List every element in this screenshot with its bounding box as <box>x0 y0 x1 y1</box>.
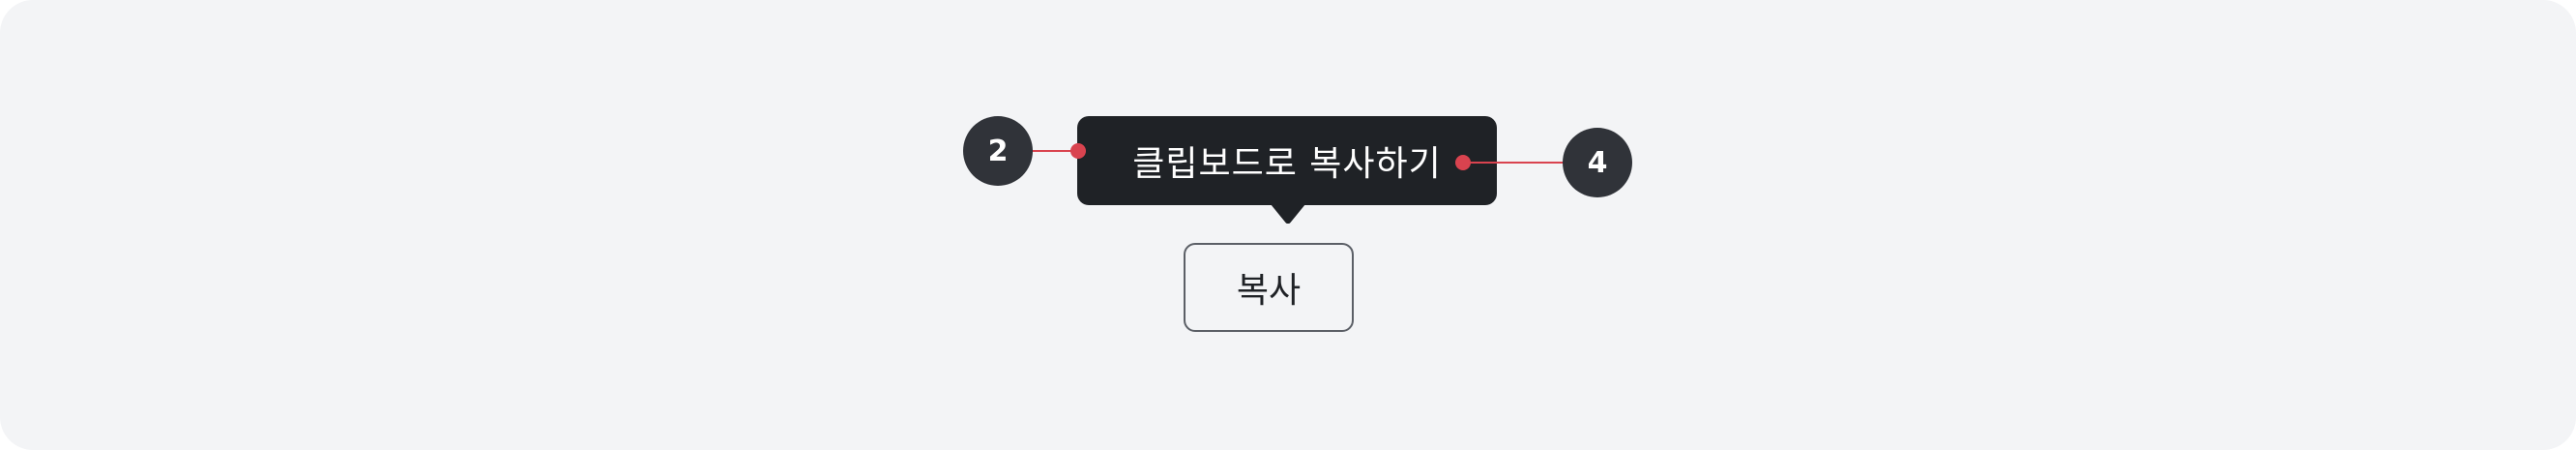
annotation-dot-4 <box>1455 155 1471 170</box>
annotation-marker-2: 2 <box>963 116 1033 186</box>
copy-button[interactable]: 복사 <box>1184 243 1354 332</box>
annotation-connector-4 <box>1462 162 1565 164</box>
copy-button-label: 복사 <box>1236 271 1302 311</box>
annotation-marker-4-number: 4 <box>1587 145 1608 180</box>
annotation-dot-2 <box>1070 143 1086 159</box>
tooltip-text: 클립보드로 복사하기 <box>1132 144 1442 184</box>
canvas-background <box>0 0 2576 450</box>
annotation-marker-4: 4 <box>1563 128 1632 197</box>
tooltip: 클립보드로 복사하기 <box>1077 116 1497 205</box>
annotation-marker-2-number: 2 <box>987 134 1009 168</box>
tooltip-arrow <box>1271 204 1305 224</box>
